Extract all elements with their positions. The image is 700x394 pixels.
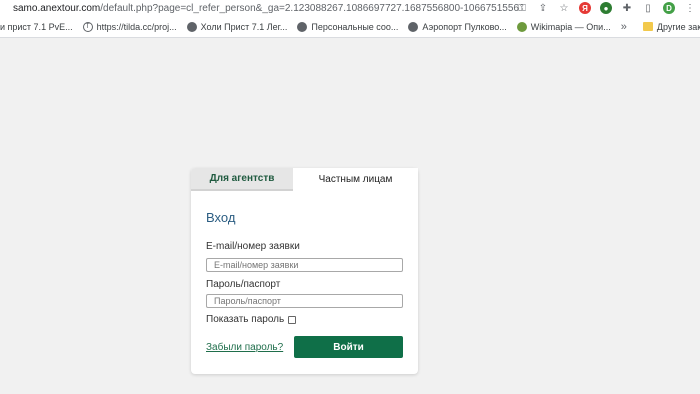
key-icon[interactable]: ⚿ xyxy=(516,2,528,14)
password-label: Пароль/паспорт xyxy=(206,279,281,290)
url-field[interactable]: samo.anextour.com/default.php?page=cl_re… xyxy=(0,3,520,14)
globe-icon xyxy=(297,21,308,32)
wikimapia-icon xyxy=(516,21,527,32)
bookmark-label: и прист 7.1 PvE... xyxy=(0,21,73,32)
bookmark-label: Аэропорт Пулково... xyxy=(422,21,507,32)
url-domain: samo.anextour.com xyxy=(13,2,101,14)
bookmark-item[interactable]: Холи Прист 7.1 Лег... xyxy=(186,21,288,32)
other-bookmarks-folder[interactable]: Другие заклад xyxy=(642,21,700,32)
login-card: Для агентств Частным лицам Вход E-mail/н… xyxy=(191,168,418,374)
show-password-label: Показать пароль xyxy=(206,314,285,325)
extension-search-icon[interactable]: ● xyxy=(600,2,612,14)
bookmark-item[interactable]: и прист 7.1 PvE... xyxy=(0,22,73,32)
email-label: E-mail/номер заявки xyxy=(206,241,300,252)
email-field[interactable] xyxy=(206,258,403,272)
star-icon[interactable]: ☆ xyxy=(558,2,570,14)
yandex-extension-icon[interactable]: Я xyxy=(579,2,591,14)
share-icon[interactable]: ⇪ xyxy=(537,2,549,14)
browser-toolbar: ⚿ ⇪ ☆ Я ● ✚ ▯ D ⋮ xyxy=(516,1,696,15)
bookmark-label: Холи Прист 7.1 Лег... xyxy=(200,21,288,32)
login-title: Вход xyxy=(206,210,236,225)
puzzle-icon[interactable]: ✚ xyxy=(621,2,633,14)
tab-private[interactable]: Частным лицам xyxy=(293,168,418,191)
folder-icon xyxy=(642,22,653,31)
show-password-checkbox[interactable] xyxy=(288,315,297,324)
bookmark-label: https://tilda.cc/proj... xyxy=(96,21,177,32)
bookmarks-overflow-button[interactable]: » xyxy=(621,21,627,33)
profile-avatar[interactable]: D xyxy=(663,2,675,14)
bookmarks-bar: и прист 7.1 PvE... T https://tilda.cc/pr… xyxy=(0,16,700,38)
tab-agents[interactable]: Для агентств xyxy=(191,168,293,191)
globe-icon xyxy=(408,21,419,32)
bookmark-label: Wikimapia — Опи... xyxy=(530,21,611,32)
bookmark-item[interactable]: T https://tilda.cc/proj... xyxy=(82,21,177,32)
show-password-row: Показать пароль xyxy=(206,314,297,325)
url-path: /default.php?page=cl_refer_person&_ga=2.… xyxy=(100,2,520,14)
login-tabs: Для агентств Частным лицам xyxy=(191,168,418,191)
bookmark-item[interactable]: Персональные соо... xyxy=(297,21,399,32)
login-button[interactable]: Войти xyxy=(294,336,403,358)
bookmark-item[interactable]: Аэропорт Пулково... xyxy=(408,21,507,32)
tilda-icon: T xyxy=(82,21,93,32)
address-bar[interactable]: samo.anextour.com/default.php?page=cl_re… xyxy=(0,0,700,16)
bookmark-item[interactable]: Wikimapia — Опи... xyxy=(516,21,611,32)
globe-icon xyxy=(186,21,197,32)
other-bookmarks-label: Другие заклад xyxy=(656,21,700,32)
menu-icon[interactable]: ⋮ xyxy=(684,2,696,14)
bookmark-label: Персональные соо... xyxy=(311,21,399,32)
forgot-password-link[interactable]: Забыли пароль? xyxy=(206,342,283,353)
sidepanel-icon[interactable]: ▯ xyxy=(642,2,654,14)
password-field[interactable] xyxy=(206,294,403,308)
